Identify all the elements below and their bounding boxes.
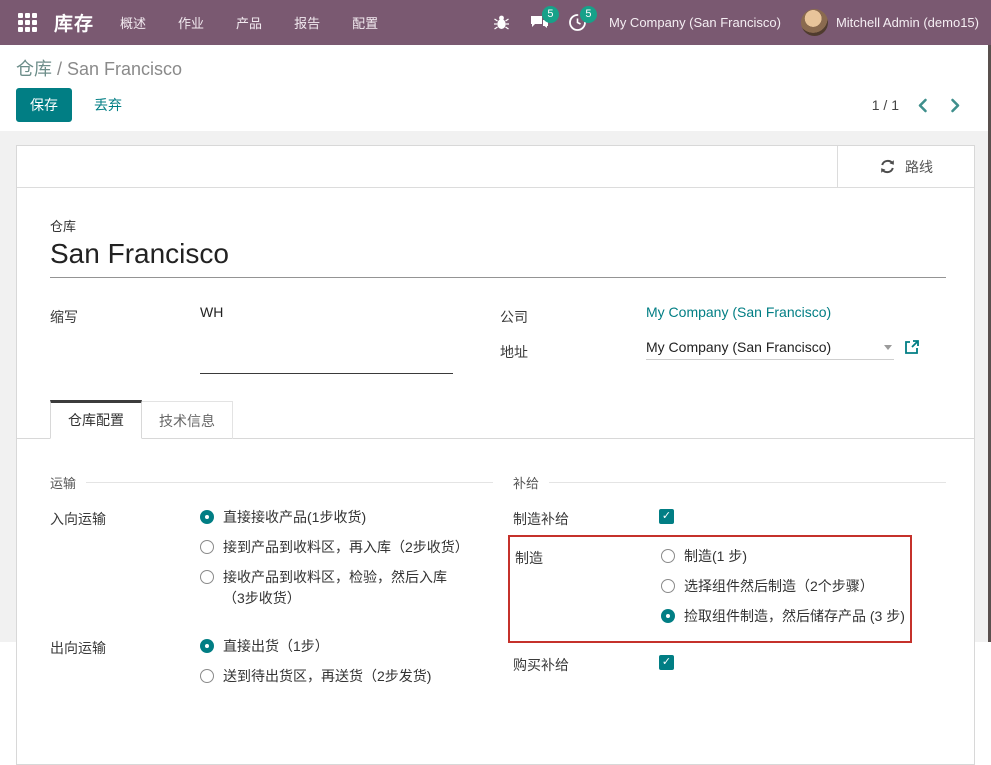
menu-reporting[interactable]: 报告 — [282, 7, 332, 38]
warehouse-form-sheet: 路线 仓库 San Francisco 缩写 WH 公司 My Company … — [16, 145, 975, 765]
manufacture-label: 制造 — [515, 546, 661, 636]
activities-button[interactable]: 5 — [561, 8, 595, 38]
radio-unselected-icon[interactable] — [200, 540, 214, 554]
warehouse-configuration-panel: 运输 入向运输 直接接收产品(1步收货) 接到产品到收料区，再入库（2步收货） — [17, 439, 974, 696]
outgoing-shipments-label: 出向运输 — [50, 636, 200, 696]
user-menu[interactable]: Mitchell Admin (demo15) — [801, 9, 979, 36]
notebook: 仓库配置 技术信息 运输 入向运输 直接接收产品(1步收货) — [17, 400, 974, 696]
radio-unselected-icon[interactable] — [661, 579, 675, 593]
warehouse-field-label: 仓库 — [50, 216, 946, 235]
company-value-link[interactable]: My Company (San Francisco) — [646, 304, 831, 327]
user-avatar — [801, 9, 828, 36]
warehouse-name-input[interactable]: San Francisco — [50, 235, 946, 278]
manufacture-resupply-checkbox[interactable]: ✓ — [659, 509, 674, 524]
breadcrumb-separator: / — [52, 59, 67, 79]
short-name-label: 缩写 — [50, 304, 200, 374]
incoming-option-three-steps[interactable]: 接收产品到收料区，检验，然后入库（3步收货） — [200, 567, 462, 609]
company-switcher[interactable]: My Company (San Francisco) — [599, 15, 797, 30]
routes-button-label: 路线 — [905, 157, 933, 177]
radio-unselected-icon[interactable] — [661, 549, 675, 563]
buy-resupply-checkbox[interactable]: ✓ — [659, 655, 674, 670]
resupply-group: 补给 制造补给 ✓ 制造 制造(1 步) — [493, 473, 946, 696]
discard-button[interactable]: 丢弃 — [80, 89, 136, 121]
outgoing-option-two-steps[interactable]: 送到待出货区，再送货（2步发货) — [200, 666, 462, 687]
shipments-group: 运输 入向运输 直接接收产品(1步收货) 接到产品到收料区，再入库（2步收货） — [50, 473, 493, 696]
address-many2one-input[interactable]: My Company (San Francisco) — [646, 339, 894, 360]
company-label: 公司 — [500, 304, 646, 327]
navbar-right: 5 5 My Company (San Francisco) Mitchell … — [485, 8, 979, 38]
incoming-option-one-step[interactable]: 直接接收产品(1步收货) — [200, 507, 462, 528]
form-view-background: 路线 仓库 San Francisco 缩写 WH 公司 My Company … — [0, 131, 991, 642]
manufacture-highlight-box: 制造 制造(1 步) 选择组件然后制造（2个步骤） — [508, 535, 912, 643]
external-link-icon[interactable] — [904, 339, 920, 355]
messages-badge: 5 — [542, 6, 559, 23]
apps-grid-icon — [18, 13, 37, 32]
shipments-group-title: 运输 — [50, 473, 493, 492]
user-name: Mitchell Admin (demo15) — [836, 15, 979, 30]
manufacture-option-two-steps[interactable]: 选择组件然后制造（2个步骤） — [661, 576, 905, 597]
radio-selected-icon[interactable] — [200, 510, 214, 524]
incoming-option-two-steps[interactable]: 接到产品到收料区，再入库（2步收货） — [200, 537, 462, 558]
manufacture-option-three-steps[interactable]: 捡取组件制造，然后储存产品 (3 步) — [661, 606, 905, 627]
outgoing-shipments-field: 出向运输 直接出货（1步） 送到待出货区，再送货（2步发货) — [50, 636, 493, 696]
radio-selected-icon[interactable] — [200, 639, 214, 653]
incoming-shipments-label: 入向运输 — [50, 507, 200, 618]
menu-configuration[interactable]: 配置 — [340, 7, 390, 38]
incoming-shipments-field: 入向运输 直接接收产品(1步收货) 接到产品到收料区，再入库（2步收货） — [50, 507, 493, 618]
pager-next-icon[interactable] — [950, 98, 961, 113]
buy-resupply-field: 购买补给 ✓ — [513, 653, 946, 675]
debug-bug-icon[interactable] — [485, 8, 519, 38]
pager: 1 / 1 — [872, 97, 975, 113]
refresh-icon — [879, 158, 896, 175]
breadcrumb-warehouses-link[interactable]: 仓库 — [16, 59, 52, 79]
save-button[interactable]: 保存 — [16, 88, 72, 122]
dropdown-caret-icon — [884, 345, 892, 350]
control-panel-actions: 保存 丢弃 1 / 1 — [16, 88, 975, 136]
resupply-group-title: 补给 — [513, 473, 946, 492]
outgoing-option-one-step[interactable]: 直接出货（1步） — [200, 636, 462, 657]
radio-unselected-icon[interactable] — [200, 669, 214, 683]
address-label: 地址 — [500, 339, 646, 362]
button-box: 路线 — [17, 146, 974, 188]
tab-technical-information[interactable]: 技术信息 — [142, 401, 233, 439]
pager-previous-icon[interactable] — [917, 98, 928, 113]
buy-resupply-label: 购买补给 — [513, 653, 659, 675]
short-name-input[interactable]: WH — [200, 304, 453, 374]
app-name[interactable]: 库存 — [54, 9, 94, 36]
notebook-tabs: 仓库配置 技术信息 — [17, 400, 974, 439]
pager-counter: 1 / 1 — [872, 97, 899, 113]
menu-products[interactable]: 产品 — [224, 7, 274, 38]
menu-operations[interactable]: 作业 — [166, 7, 216, 38]
breadcrumb: 仓库 / San Francisco — [16, 55, 975, 81]
radio-unselected-icon[interactable] — [200, 570, 214, 584]
control-panel: 仓库 / San Francisco 保存 丢弃 1 / 1 — [0, 45, 991, 137]
app-menu: 概述 作业 产品 报告 配置 — [108, 7, 390, 38]
radio-selected-icon[interactable] — [661, 609, 675, 623]
routes-stat-button[interactable]: 路线 — [837, 146, 974, 187]
manufacture-option-one-step[interactable]: 制造(1 步) — [661, 546, 905, 567]
manufacture-resupply-label: 制造补给 — [513, 507, 659, 529]
apps-menu-button[interactable] — [10, 6, 44, 40]
bug-icon — [493, 14, 510, 31]
menu-overview[interactable]: 概述 — [108, 7, 158, 38]
activities-badge: 5 — [580, 6, 597, 23]
breadcrumb-current: San Francisco — [67, 59, 182, 79]
messages-button[interactable]: 5 — [523, 8, 557, 38]
tab-warehouse-configuration[interactable]: 仓库配置 — [50, 400, 142, 439]
top-navbar: 库存 概述 作业 产品 报告 配置 5 — [0, 0, 991, 45]
manufacture-steps-field: 制造 制造(1 步) 选择组件然后制造（2个步骤） — [515, 546, 910, 636]
address-value: My Company (San Francisco) — [646, 339, 831, 355]
manufacture-resupply-field: 制造补给 ✓ — [513, 507, 946, 529]
